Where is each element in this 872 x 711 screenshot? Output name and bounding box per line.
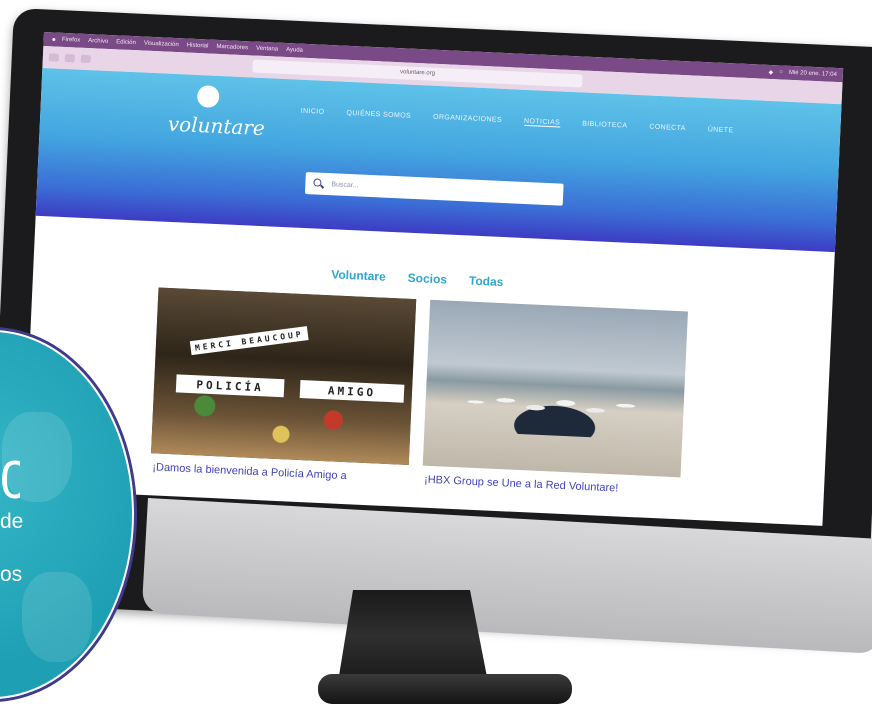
badge-text: de: [0, 510, 24, 533]
site-logo[interactable]: voluntare: [147, 83, 265, 142]
monitor-mockup: ● Firefox Archivo Edición Visualización …: [0, 0, 872, 711]
wifi-icon[interactable]: ◆: [768, 68, 773, 75]
menubar-item[interactable]: Ventana: [256, 46, 278, 53]
nav-item-biblioteca[interactable]: BIBLIOTECA: [582, 121, 628, 131]
monitor-stand-base: [318, 674, 572, 704]
group-of-people: [454, 371, 657, 441]
nav-item-organizaciones[interactable]: ORGANIZACIONES: [433, 114, 502, 125]
badge-text: os: [0, 563, 23, 586]
monitor-stand: [338, 590, 488, 682]
menubar-app-name[interactable]: Firefox: [62, 37, 81, 44]
logo-text: voluntare: [167, 111, 266, 141]
monitor-screen: ● Firefox Archivo Edición Visualización …: [23, 32, 844, 526]
menubar-item[interactable]: Marcadores: [216, 44, 248, 51]
search-icon[interactable]: ○: [779, 69, 783, 75]
search-icon: [313, 178, 323, 188]
search-box[interactable]: Buscar...: [304, 172, 564, 206]
menubar-item[interactable]: Historial: [187, 42, 209, 49]
menubar-item[interactable]: Ayuda: [286, 47, 303, 54]
forward-button[interactable]: [64, 53, 76, 63]
filter-tab-todas[interactable]: Todas: [469, 274, 504, 290]
post-card-image[interactable]: MERCI BEAUCOUP POLICÍA AMIGO: [150, 287, 417, 465]
nav-item-unete[interactable]: ÚNETE: [708, 126, 734, 135]
back-button[interactable]: [48, 53, 60, 62]
badge-number: 0: [0, 455, 20, 505]
filter-tab-voluntare[interactable]: Voluntare: [331, 267, 386, 283]
nav-item-quienes-somos[interactable]: QUIÉNES SOMOS: [346, 110, 411, 121]
apple-icon[interactable]: ●: [52, 36, 57, 43]
sidebar-button[interactable]: [80, 54, 91, 64]
hand-watermark-icon: [22, 572, 92, 662]
filter-tab-socios[interactable]: Socios: [407, 271, 447, 287]
main-nav: INICIO QUIÉNES SOMOS ORGANIZACIONES NOTI…: [300, 108, 755, 137]
menubar-item[interactable]: Edición: [116, 39, 136, 46]
nav-item-noticias[interactable]: NOTICIAS: [523, 117, 561, 128]
post-title[interactable]: ¡HBX Group se Une a la Red Voluntare!: [424, 474, 619, 495]
menubar-clock[interactable]: Mié 20 ene. 17:04: [789, 70, 837, 78]
hand-logo-icon: [196, 85, 220, 109]
search-input[interactable]: Buscar...: [331, 181, 359, 189]
post-title[interactable]: ¡Damos la bienvenida a Policía Amigo a: [152, 461, 347, 482]
news-filter-tabs: Voluntare Socios Todas: [331, 267, 526, 290]
post-card-image[interactable]: [422, 299, 688, 478]
nav-item-conecta[interactable]: CONECTA: [649, 124, 686, 134]
nav-item-inicio[interactable]: INICIO: [300, 108, 325, 117]
menubar-status-area: ◆ ○ Mié 20 ene. 17:04: [768, 68, 843, 78]
menubar-item[interactable]: Visualización: [144, 41, 179, 49]
menubar-item[interactable]: Archivo: [88, 38, 108, 45]
